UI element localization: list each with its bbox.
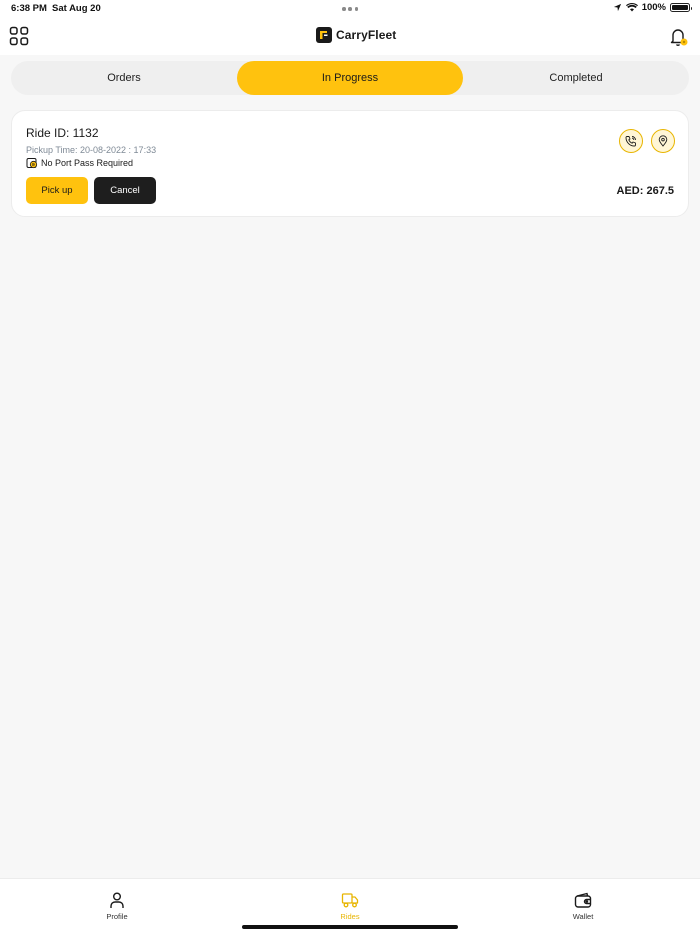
battery-percentage: 100% bbox=[641, 2, 666, 13]
battery-icon bbox=[670, 3, 692, 12]
notifications-button[interactable] bbox=[669, 26, 689, 48]
bell-icon bbox=[670, 29, 688, 46]
location-button[interactable] bbox=[651, 129, 675, 153]
status-bar: 6:38 PM Sat Aug 20 100% bbox=[0, 0, 700, 18]
map-pin-icon bbox=[658, 135, 668, 147]
call-button[interactable] bbox=[619, 129, 643, 153]
nav-profile-label: Profile bbox=[106, 912, 128, 921]
port-pass-label: No Port Pass Required bbox=[41, 158, 134, 168]
ride-fare: AED: 267.5 bbox=[616, 185, 674, 197]
screen: 6:38 PM Sat Aug 20 100% CarryFleet Order… bbox=[0, 0, 700, 934]
nav-profile[interactable]: Profile bbox=[87, 891, 147, 921]
brand-name: CarryFleet bbox=[336, 28, 397, 42]
nav-wallet-label: Wallet bbox=[572, 912, 594, 921]
app-header: CarryFleet bbox=[0, 18, 700, 55]
phone-call-icon bbox=[625, 136, 636, 147]
tab-completed[interactable]: Completed bbox=[463, 61, 689, 95]
status-time: 6:38 PM bbox=[11, 3, 47, 14]
pickup-button[interactable]: Pick up bbox=[26, 177, 88, 204]
multitasking-dots-icon[interactable] bbox=[342, 7, 358, 11]
tab-in-progress[interactable]: In Progress bbox=[237, 61, 463, 95]
carryfleet-logo-icon bbox=[316, 27, 332, 43]
home-indicator[interactable] bbox=[242, 925, 458, 929]
location-arrow-icon bbox=[613, 3, 621, 12]
cancel-button[interactable]: Cancel bbox=[94, 177, 156, 204]
grid-icon bbox=[9, 26, 29, 46]
wallet-icon bbox=[574, 892, 592, 908]
pickup-time: Pickup Time: 20-08-2022 : 17:33 bbox=[26, 145, 157, 155]
nav-rides-label: Rides bbox=[340, 912, 360, 921]
nav-wallet[interactable]: Wallet bbox=[553, 891, 613, 921]
port-pass-info: No Port Pass Required bbox=[26, 157, 133, 169]
status-date: Sat Aug 20 bbox=[52, 3, 101, 14]
rides-tabs: Orders In Progress Completed bbox=[11, 61, 689, 95]
wifi-icon bbox=[625, 3, 638, 12]
pass-badge-icon bbox=[26, 158, 38, 169]
tab-orders[interactable]: Orders bbox=[11, 61, 237, 95]
grid-menu-button[interactable] bbox=[9, 26, 29, 46]
user-icon bbox=[110, 892, 124, 908]
ride-id: Ride ID: 1132 bbox=[26, 126, 99, 140]
truck-icon bbox=[341, 893, 359, 908]
brand: CarryFleet bbox=[316, 27, 396, 43]
status-indicators: 100% bbox=[613, 2, 692, 13]
ride-card: Ride ID: 1132 Pickup Time: 20-08-2022 : … bbox=[11, 110, 689, 217]
nav-rides[interactable]: Rides bbox=[320, 891, 380, 921]
